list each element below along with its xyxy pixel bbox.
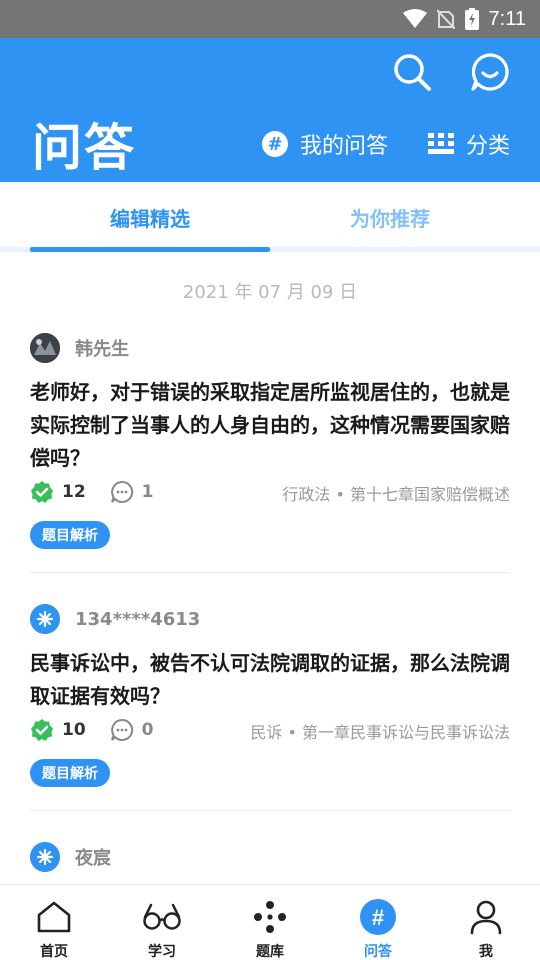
search-icon: [394, 54, 431, 91]
user-row: 韩先生: [30, 332, 510, 364]
nav-item-question-bank[interactable]: 题库: [216, 885, 324, 960]
question-card[interactable]: 韩先生 老师好，对于错误的采取指定居所监视居住的，也就是实际控制了当事人的人身自…: [30, 332, 510, 549]
my-questions-label: 我的问答: [300, 134, 389, 159]
person-icon: [466, 897, 506, 937]
page-title: 问答: [32, 119, 136, 177]
nav-label: 题库: [256, 944, 284, 960]
home-icon: [34, 897, 74, 937]
dots-icon: [250, 897, 290, 937]
no-sim-icon: [436, 9, 455, 29]
svg-text:#: #: [372, 905, 384, 930]
nav-label: 首页: [40, 944, 68, 960]
avatar[interactable]: [30, 604, 60, 634]
question-text[interactable]: 民事诉讼中，被告不认可法院调取的证据，那么法院调取证据有效吗？: [30, 647, 510, 713]
my-questions-button[interactable]: # 我的问答: [262, 128, 388, 160]
category-path[interactable]: 行政法 • 第十七章国家赔偿概述: [282, 481, 510, 505]
answer-count: 10: [30, 718, 86, 742]
nav-item-me[interactable]: 我: [432, 885, 540, 960]
date-label: 2021 年 07 月 09 日: [182, 282, 358, 303]
app-header: 问答 # 我的问答 分类: [0, 38, 540, 182]
hash-icon: #: [262, 131, 288, 157]
comment-count-value: 0: [141, 720, 154, 740]
answer-count: 12: [30, 480, 86, 504]
nav-item-study[interactable]: 学习: [108, 885, 216, 960]
comment-count[interactable]: 1: [110, 480, 154, 504]
answer-count-value: 12: [62, 482, 86, 502]
question-card[interactable]: 夜宸: [30, 841, 510, 873]
tab-editor-picks[interactable]: 编辑精选: [30, 182, 270, 252]
nav-label: 问答: [364, 944, 392, 960]
user-row: 134****4613: [30, 603, 510, 635]
category-path[interactable]: 民诉 • 第一章民事诉讼与民事诉讼法: [250, 719, 510, 743]
search-button[interactable]: [390, 50, 434, 94]
comment-count[interactable]: 0: [110, 718, 154, 742]
status-time: 7:11: [488, 7, 526, 30]
user-row: 夜宸: [30, 841, 510, 873]
message-button[interactable]: [468, 50, 512, 94]
nav-label: 学习: [148, 944, 176, 960]
grid-icon: [428, 133, 454, 154]
category-label: 分类: [466, 134, 511, 159]
check-badge-icon: [30, 480, 54, 504]
tab-indicator: [30, 247, 270, 252]
divider: [30, 810, 510, 811]
tab-bar: 编辑精选 为你推荐: [0, 182, 540, 252]
avatar[interactable]: [30, 333, 60, 363]
wifi-icon: [402, 9, 427, 29]
meta-row: 12 1 行政法 • 第十七章国家赔偿概述: [30, 475, 510, 509]
username[interactable]: 韩先生: [75, 335, 129, 361]
nav-item-qa[interactable]: # 问答: [324, 885, 432, 960]
username[interactable]: 夜宸: [75, 844, 111, 870]
check-badge-icon: [30, 718, 54, 742]
tab-recommended[interactable]: 为你推荐: [270, 182, 510, 252]
nav-label: 我: [479, 944, 493, 960]
chat-bubble-icon: [471, 53, 509, 91]
status-bar: 7:11: [0, 0, 540, 38]
comment-icon: [110, 718, 134, 742]
analysis-tag[interactable]: 题目解析: [30, 521, 110, 549]
meta-row: 10 0 民诉 • 第一章民事诉讼与民事诉讼法: [30, 713, 510, 747]
nav-item-home[interactable]: 首页: [0, 885, 108, 960]
answer-count-value: 10: [62, 720, 86, 740]
comment-count-value: 1: [141, 482, 154, 502]
battery-charging-icon: [464, 8, 479, 30]
username[interactable]: 134****4613: [75, 609, 200, 630]
category-button[interactable]: 分类: [428, 128, 510, 160]
question-text[interactable]: 老师好，对于错误的采取指定居所监视居住的，也就是实际控制了当事人的人身自由的，这…: [30, 376, 510, 475]
glasses-icon: [142, 897, 182, 937]
hash-icon: #: [358, 897, 398, 937]
analysis-tag[interactable]: 题目解析: [30, 759, 110, 787]
bottom-nav: 首页 学习 题库 # 问答 我: [0, 884, 540, 960]
comment-icon: [110, 480, 134, 504]
divider: [30, 572, 510, 573]
question-card[interactable]: 134****4613 民事诉讼中，被告不认可法院调取的证据，那么法院调取证据有…: [30, 603, 510, 787]
avatar[interactable]: [30, 842, 60, 872]
